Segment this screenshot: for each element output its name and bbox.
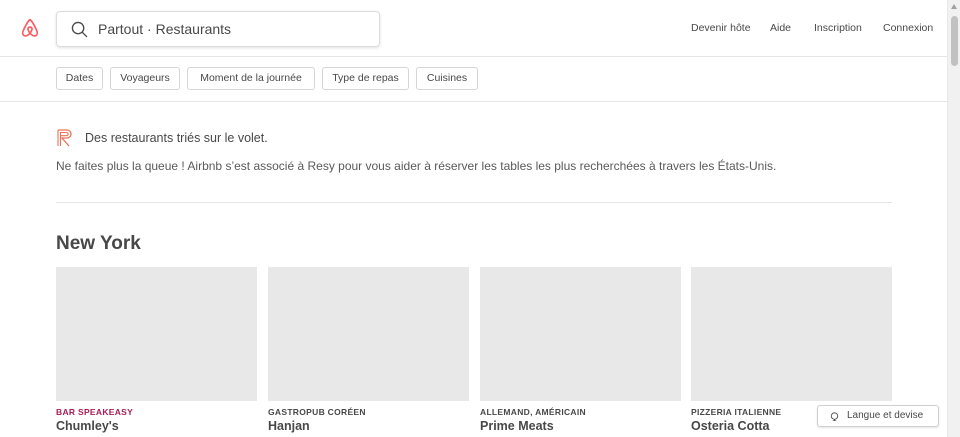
intro-title: Des restaurants triés sur le volet. [85, 131, 268, 145]
restaurant-image-chumleys[interactable] [56, 267, 257, 401]
filter-time-of-day[interactable]: Moment de la journée [187, 67, 315, 90]
search-bar[interactable]: Partout · Restaurants [56, 11, 380, 47]
vertical-scrollbar[interactable] [947, 0, 960, 437]
language-currency-label: Langue et devise [847, 410, 924, 421]
restaurant-image-prime-meats[interactable] [480, 267, 681, 401]
top-header: Partout · Restaurants Devenir hôte Aide … [0, 0, 947, 57]
restaurant-image-hanjan[interactable] [268, 267, 469, 401]
scroll-up-arrow-icon[interactable] [951, 4, 957, 9]
filter-dates[interactable]: Dates [56, 67, 103, 90]
intro-description: Ne faites plus la queue ! Airbnb s’est a… [56, 159, 777, 173]
restaurant-image-osteria-cotta[interactable] [691, 267, 892, 401]
restaurant-name[interactable]: Hanjan [268, 419, 310, 433]
section-divider [56, 202, 892, 203]
resy-icon [57, 129, 72, 147]
nav-become-host[interactable]: Devenir hôte [691, 22, 751, 34]
restaurant-category: ALLEMAND, AMÉRICAIN [480, 407, 586, 417]
filter-travelers[interactable]: Voyageurs [110, 67, 180, 90]
city-heading: New York [56, 233, 141, 254]
restaurant-category: GASTROPUB CORÉEN [268, 407, 366, 417]
restaurant-name[interactable]: Osteria Cotta [691, 419, 770, 433]
filter-bar: Dates Voyageurs Moment de la journée Typ… [0, 57, 947, 102]
globe-icon [830, 412, 839, 421]
nav-help[interactable]: Aide [770, 22, 791, 34]
search-input[interactable]: Partout · Restaurants [98, 21, 231, 37]
restaurant-name[interactable]: Prime Meats [480, 419, 554, 433]
airbnb-logo-icon[interactable] [19, 18, 41, 40]
restaurant-category: PIZZERIA ITALIENNE [691, 407, 782, 417]
scrollbar-thumb[interactable] [951, 16, 958, 66]
nav-signup[interactable]: Inscription [814, 22, 862, 34]
nav-login[interactable]: Connexion [883, 22, 933, 34]
filter-cuisines[interactable]: Cuisines [416, 67, 478, 90]
language-currency-button[interactable]: Langue et devise [817, 405, 939, 427]
search-icon [71, 21, 88, 38]
restaurant-name[interactable]: Chumley's [56, 419, 119, 433]
filter-meal-type[interactable]: Type de repas [322, 67, 409, 90]
restaurant-category: BAR SPEAKEASY [56, 407, 134, 417]
